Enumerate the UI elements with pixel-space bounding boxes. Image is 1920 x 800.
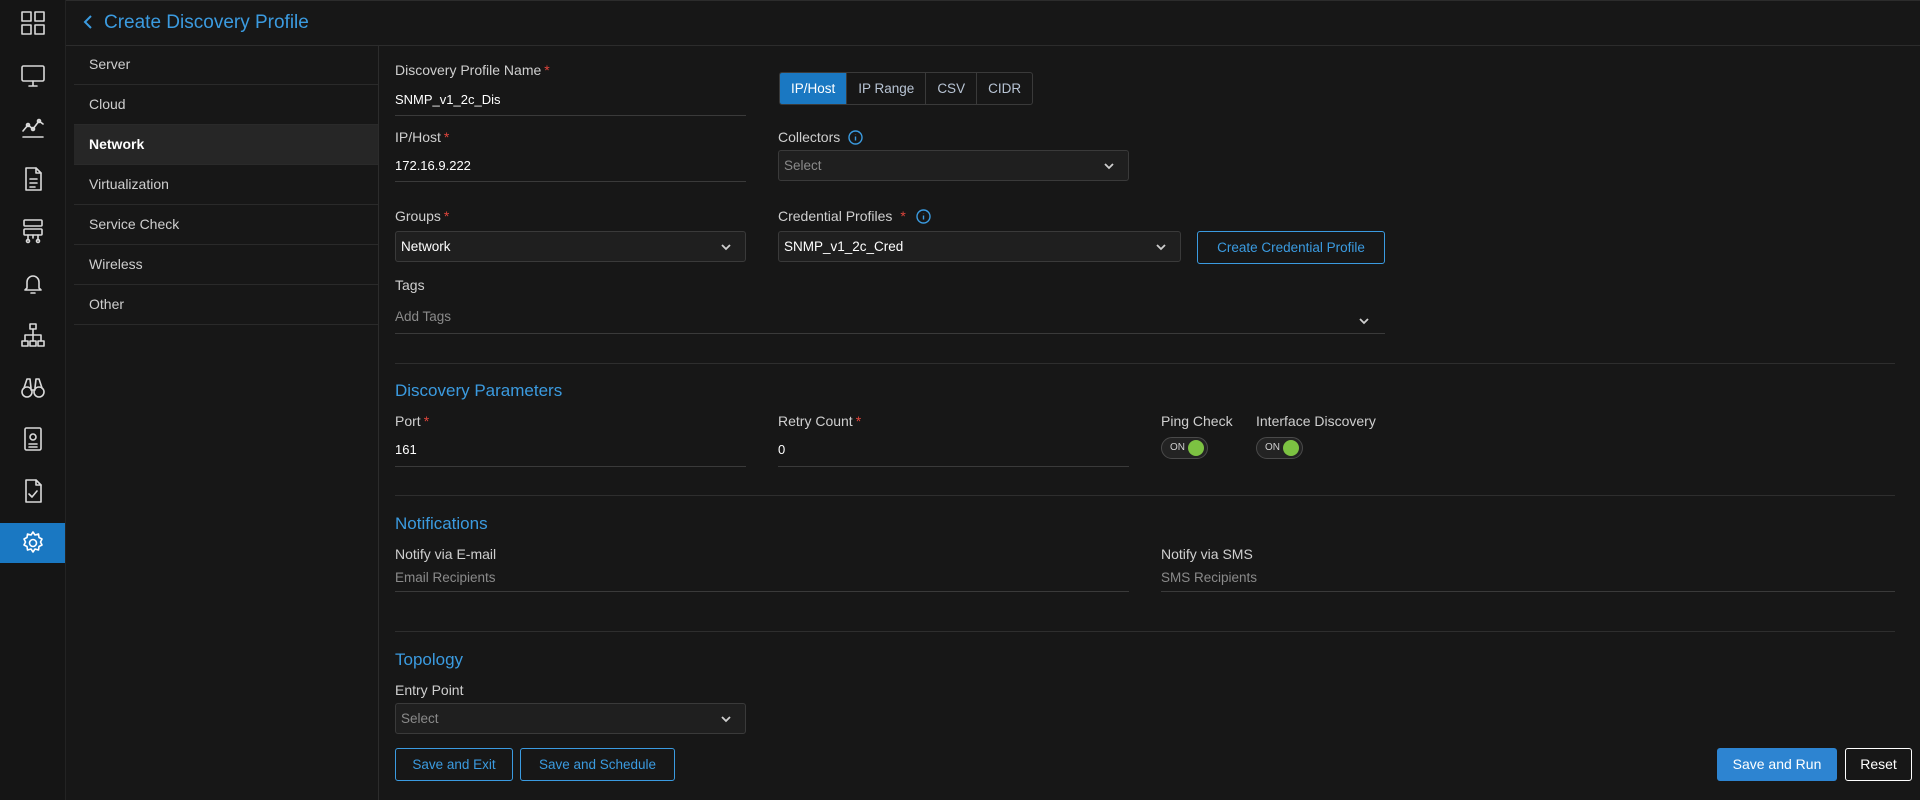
reset-button[interactable]: Reset <box>1845 748 1912 781</box>
save-and-run-button[interactable]: Save and Run <box>1717 748 1837 781</box>
category-server[interactable]: Server <box>74 45 378 85</box>
retry-count-label: Retry Count * <box>778 413 862 429</box>
credential-profiles-label: Credential Profiles * <box>778 208 906 224</box>
create-credential-profile-button[interactable]: Create Credential Profile <box>1197 231 1385 264</box>
category-wireless[interactable]: Wireless <box>74 245 378 285</box>
bell-icon[interactable] <box>0 263 65 303</box>
icon-rail <box>0 0 66 800</box>
section-divider <box>395 631 1895 632</box>
chevron-down-icon <box>1102 159 1116 173</box>
tags-input[interactable]: Add Tags <box>395 309 451 324</box>
port-input[interactable]: 161 <box>395 442 417 457</box>
interface-discovery-toggle[interactable]: ON <box>1256 437 1303 459</box>
network-device-icon[interactable] <box>0 211 65 251</box>
ping-check-toggle[interactable]: ON <box>1161 437 1208 459</box>
credential-profiles-value: SNMP_v1_2c_Cred <box>784 239 904 254</box>
chevron-down-icon <box>719 712 733 726</box>
notify-sms-label: Notify via SMS <box>1161 546 1253 562</box>
sms-recipients-underline <box>1161 591 1895 592</box>
category-list: Server Cloud Network Virtualization Serv… <box>74 45 378 325</box>
collectors-label: Collectors <box>778 129 841 145</box>
groups-select-value: Network <box>401 239 451 254</box>
grid-icon[interactable] <box>0 3 65 43</box>
tab-ip-range[interactable]: IP Range <box>847 73 927 104</box>
ip-host-input[interactable]: 172.16.9.222 <box>395 158 471 173</box>
retry-count-input[interactable]: 0 <box>778 442 785 457</box>
page-header: Create Discovery Profile <box>66 0 1920 46</box>
info-icon[interactable] <box>848 130 863 145</box>
ping-check-label: Ping Check <box>1161 413 1233 429</box>
checklist-icon[interactable] <box>0 471 65 511</box>
ip-host-underline <box>395 181 746 182</box>
entry-point-label: Entry Point <box>395 682 464 698</box>
email-recipients-underline <box>395 591 1129 592</box>
chevron-down-icon <box>719 240 733 254</box>
profile-name-label: Discovery Profile Name * <box>395 62 550 78</box>
chart-icon[interactable] <box>0 107 65 147</box>
profile-name-underline <box>395 115 746 116</box>
tab-csv[interactable]: CSV <box>926 73 978 104</box>
tab-ip-host[interactable]: IP/Host <box>780 73 848 104</box>
port-label: Port * <box>395 413 430 429</box>
report-icon[interactable] <box>0 419 65 459</box>
category-network[interactable]: Network <box>74 125 378 165</box>
toggle-knob <box>1283 440 1299 456</box>
port-underline <box>395 466 746 467</box>
entry-point-placeholder: Select <box>401 711 439 726</box>
category-cloud[interactable]: Cloud <box>74 85 378 125</box>
collectors-select[interactable]: Select <box>778 150 1129 181</box>
save-and-exit-button[interactable]: Save and Exit <box>395 748 513 781</box>
chevron-down-icon <box>1154 240 1168 254</box>
discovery-mode-tabs: IP/Host IP Range CSV CIDR <box>779 72 1034 105</box>
category-virtualization[interactable]: Virtualization <box>74 165 378 205</box>
interface-discovery-toggle-text: ON <box>1265 442 1280 453</box>
groups-label: Groups * <box>395 208 450 224</box>
toggle-knob <box>1188 440 1204 456</box>
document-icon[interactable] <box>0 159 65 199</box>
tags-underline <box>395 333 1385 334</box>
sms-recipients-input[interactable]: SMS Recipients <box>1161 570 1257 585</box>
back-chevron-icon[interactable] <box>78 11 98 33</box>
credential-profiles-select[interactable]: SNMP_v1_2c_Cred <box>778 231 1181 262</box>
gear-icon[interactable] <box>0 523 65 563</box>
topology-title: Topology <box>395 650 464 669</box>
tab-cidr[interactable]: CIDR <box>977 73 1032 104</box>
email-recipients-input[interactable]: Email Recipients <box>395 570 496 585</box>
monitor-icon[interactable] <box>0 55 65 95</box>
app-root: Create Discovery Profile Server Cloud Ne… <box>0 0 1920 800</box>
info-icon[interactable] <box>916 209 931 224</box>
collectors-select-placeholder: Select <box>784 158 822 173</box>
category-other[interactable]: Other <box>74 285 378 325</box>
page-title: Create Discovery Profile <box>104 12 309 33</box>
retry-count-underline <box>778 466 1129 467</box>
ip-host-label: IP/Host * <box>395 129 450 145</box>
discovery-parameters-title: Discovery Parameters <box>395 381 563 400</box>
chevron-down-icon[interactable] <box>1357 314 1371 328</box>
category-service-check[interactable]: Service Check <box>74 205 378 245</box>
binoculars-icon[interactable] <box>0 367 65 407</box>
notify-email-label: Notify via E-mail <box>395 546 497 562</box>
groups-select[interactable]: Network <box>395 231 746 262</box>
entry-point-select[interactable]: Select <box>395 703 746 734</box>
section-divider <box>395 363 1895 364</box>
panel-divider <box>378 45 379 800</box>
ping-check-toggle-text: ON <box>1170 442 1185 453</box>
topology-icon[interactable] <box>0 315 65 355</box>
profile-name-input[interactable]: SNMP_v1_2c_Dis <box>395 92 501 107</box>
notifications-title: Notifications <box>395 514 488 533</box>
save-and-schedule-button[interactable]: Save and Schedule <box>520 748 675 781</box>
tags-label: Tags <box>395 277 425 293</box>
interface-discovery-label: Interface Discovery <box>1256 413 1376 429</box>
section-divider <box>395 495 1895 496</box>
